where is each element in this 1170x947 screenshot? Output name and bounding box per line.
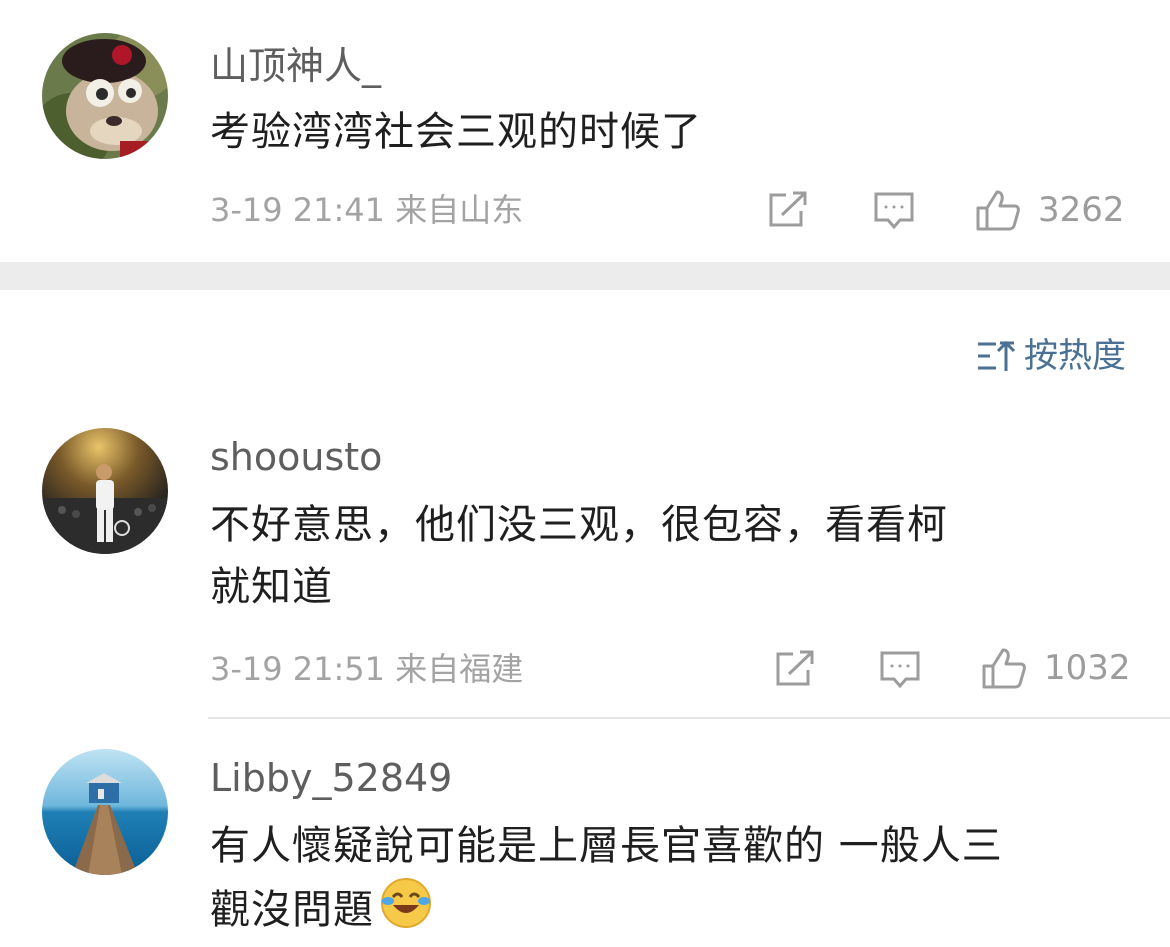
- like-count: 1032: [1044, 648, 1131, 688]
- comment-text-line: 觀沒問題: [210, 877, 1090, 941]
- comment-icon: [874, 192, 914, 230]
- section-divider: [0, 262, 1170, 290]
- comment-text: 不好意思，他们没三观，很包容，看看柯 就知道: [210, 494, 1090, 618]
- comment-text-line: 不好意思，他们没三观，很包容，看看柯: [210, 502, 948, 548]
- comment-button[interactable]: [878, 649, 922, 691]
- share-button[interactable]: [766, 190, 810, 230]
- comment-button[interactable]: [872, 190, 916, 232]
- comment-text: 考验湾湾社会三观的时候了: [210, 109, 702, 155]
- like-button[interactable]: 1032: [980, 646, 1131, 690]
- share-icon: [769, 191, 807, 227]
- like-count: 3262: [1038, 190, 1125, 230]
- username[interactable]: Libby_52849: [210, 755, 452, 801]
- comment-text-line: 就知道: [210, 564, 333, 610]
- thumbs-up-icon: [982, 648, 1026, 689]
- username[interactable]: 山顶神人_: [210, 43, 381, 89]
- comment-text-segment: 觀沒問題: [210, 887, 374, 933]
- username[interactable]: shoousto: [210, 434, 382, 480]
- thumbs-up-icon: [976, 190, 1020, 231]
- comment-text: 有人懷疑說可能是上層長官喜歡的 一般人三 觀沒問題: [210, 815, 1090, 941]
- comment-meta: 3-19 21:41 来自山东: [210, 191, 524, 229]
- laughing-crying-emoji: [380, 877, 432, 929]
- comment-icon: [880, 651, 920, 689]
- avatar[interactable]: [42, 749, 168, 875]
- comment-meta: 3-19 21:51 来自福建: [210, 650, 524, 688]
- avatar[interactable]: [42, 428, 168, 554]
- share-button[interactable]: [773, 649, 817, 689]
- comment-text-line: 有人懷疑說可能是上層長官喜歡的 一般人三: [210, 823, 1003, 869]
- sort-label: 按热度: [1024, 336, 1126, 376]
- like-button[interactable]: 3262: [974, 188, 1125, 232]
- sort-toggle[interactable]: 按热度: [976, 334, 1126, 378]
- avatar[interactable]: [42, 33, 168, 159]
- share-icon: [776, 650, 814, 686]
- comment-divider: [208, 717, 1170, 719]
- sort-icon: [978, 340, 1016, 371]
